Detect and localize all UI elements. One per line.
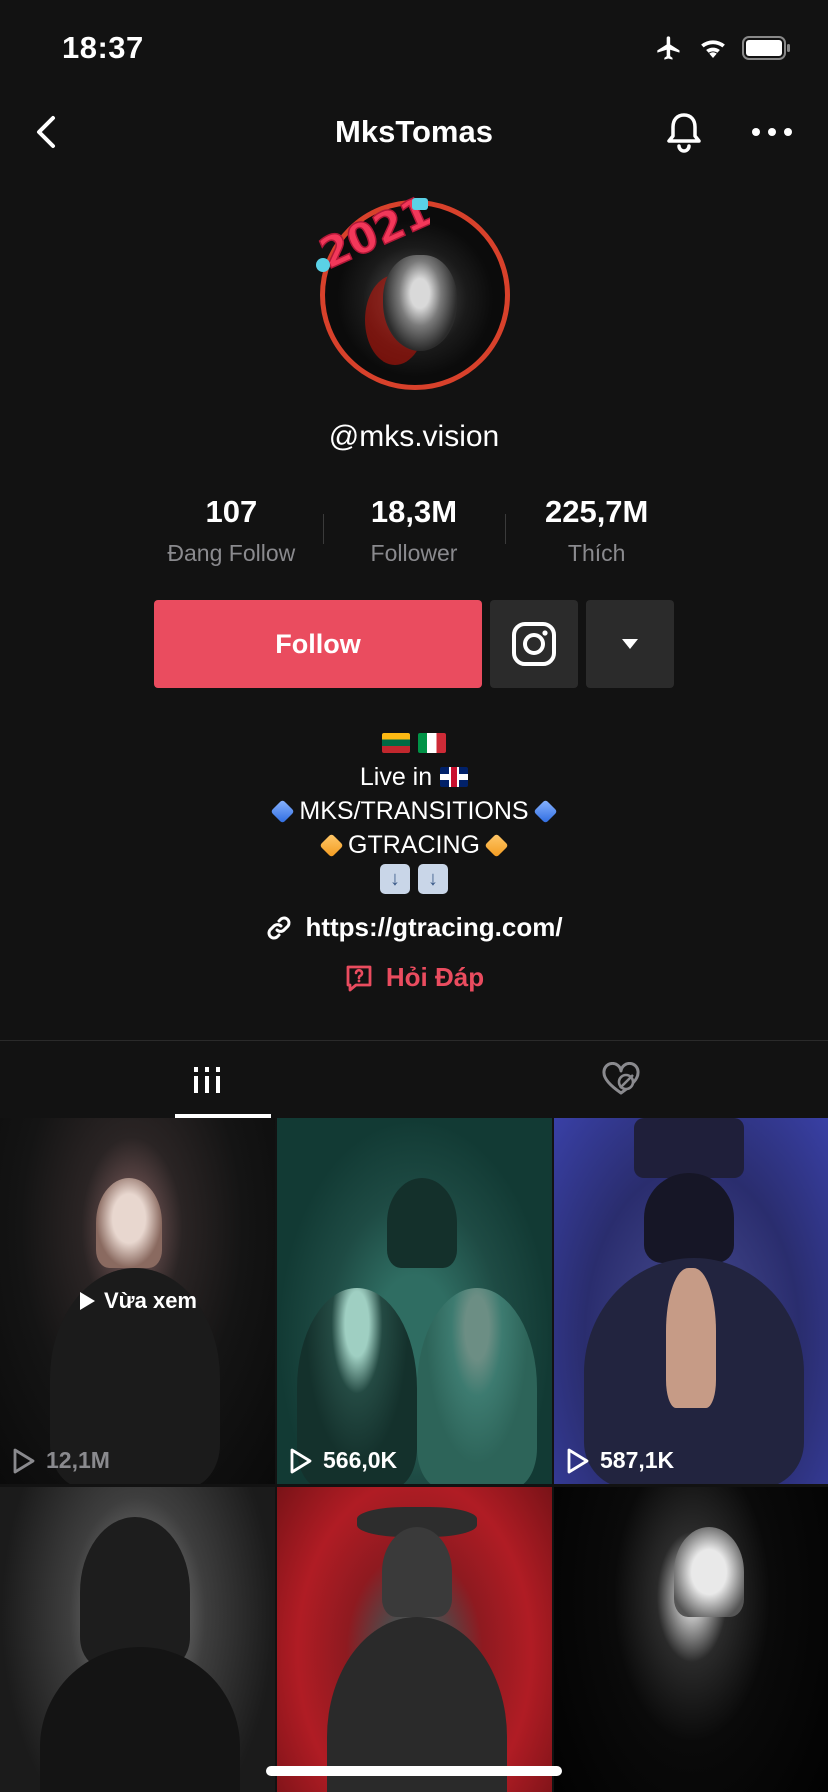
home-indicator [266,1766,562,1776]
wifi-icon [701,40,725,58]
play-icon [567,1448,589,1473]
instagram-button[interactable] [490,600,578,688]
lithuania-flag-icon [382,733,410,753]
bell-icon[interactable] [660,108,708,156]
battery-icon [742,36,790,60]
play-icon [13,1448,35,1473]
orange-diamond-icon [484,832,509,858]
play-icon [80,1292,95,1310]
status-time: 18:37 [62,30,144,65]
video-thumbnail[interactable] [277,1487,552,1792]
profile-stats: 107 Đang Follow 18,3M Follower 225,7M Th… [140,494,688,566]
status-bar: 18:37 [0,0,828,100]
view-count: 566,0K [289,1447,397,1474]
stat-value: 18,3M [370,494,458,529]
liked-hidden-icon [602,1062,640,1095]
profile-actions: Follow [154,600,674,688]
orange-diamond-icon [319,832,344,858]
bio-text: Live in [359,763,433,791]
view-count: 587,1K [566,1447,674,1474]
avatar[interactable]: 2021 [310,190,520,400]
stat-value: 107 [205,494,258,529]
link-icon [267,916,291,939]
video-grid: Vừa xem 12,1M 566,0K 587,1K [0,1118,828,1792]
airplane-icon [657,36,680,60]
video-thumbnail[interactable]: Vừa xem 12,1M [0,1118,275,1484]
stat-label: Thích [567,540,626,566]
play-icon [290,1448,312,1473]
bio-line-flags [0,726,828,760]
stat-label: Đang Follow [167,540,296,566]
stat-following[interactable]: 107 Đang Follow [140,494,323,566]
more-icon[interactable] [748,118,796,146]
qa-icon [346,965,372,991]
video-thumbnail[interactable] [0,1487,275,1792]
stat-value: 225,7M [544,494,649,529]
video-thumbnail[interactable]: 587,1K [554,1118,828,1484]
bio: Live in MKS/TRANSITIONS GTRACING ↓ ↓ [0,726,828,896]
bio-line-arrows: ↓ ↓ [0,862,828,896]
bio-text: MKS/TRANSITIONS [299,797,529,825]
video-thumbnail[interactable] [554,1487,828,1792]
blue-diamond-icon [270,798,295,824]
follow-button[interactable]: Follow [154,600,482,688]
qa-label: Hỏi Đáp [385,962,485,992]
recently-watched-label: Vừa xem [0,1288,275,1314]
instagram-icon [512,622,556,666]
profile-tabs [0,1040,828,1118]
tab-liked[interactable] [414,1041,828,1119]
status-icons [654,34,792,62]
video-thumbnail[interactable]: 566,0K [277,1118,552,1484]
stat-label: Follower [370,540,458,566]
qa-button[interactable]: Hỏi Đáp [0,962,828,993]
bio-text: GTRACING [348,831,480,859]
stat-likes[interactable]: 225,7M Thích [505,494,688,566]
bio-line-live: Live in [0,760,828,794]
link-text: https://gtracing.com/ [305,912,563,942]
uk-flag-icon [440,767,469,787]
italy-flag-icon [418,733,446,753]
tab-videos[interactable] [0,1041,414,1119]
grid-icon [194,1067,220,1093]
suggested-accounts-button[interactable] [586,600,674,688]
nav-bar: MksTomas [0,100,828,164]
down-arrow-icon: ↓ [380,864,410,894]
bio-line-transitions: MKS/TRANSITIONS [0,794,828,828]
stat-followers[interactable]: 18,3M Follower [322,494,506,566]
caret-down-icon [622,639,638,649]
username-handle: @mks.vision [328,420,500,453]
profile-link[interactable]: https://gtracing.com/ [0,912,828,943]
view-count: 12,1M [12,1447,110,1474]
blue-diamond-icon [533,798,558,824]
down-arrow-icon: ↓ [418,864,448,894]
bio-line-gtracing: GTRACING [0,828,828,862]
